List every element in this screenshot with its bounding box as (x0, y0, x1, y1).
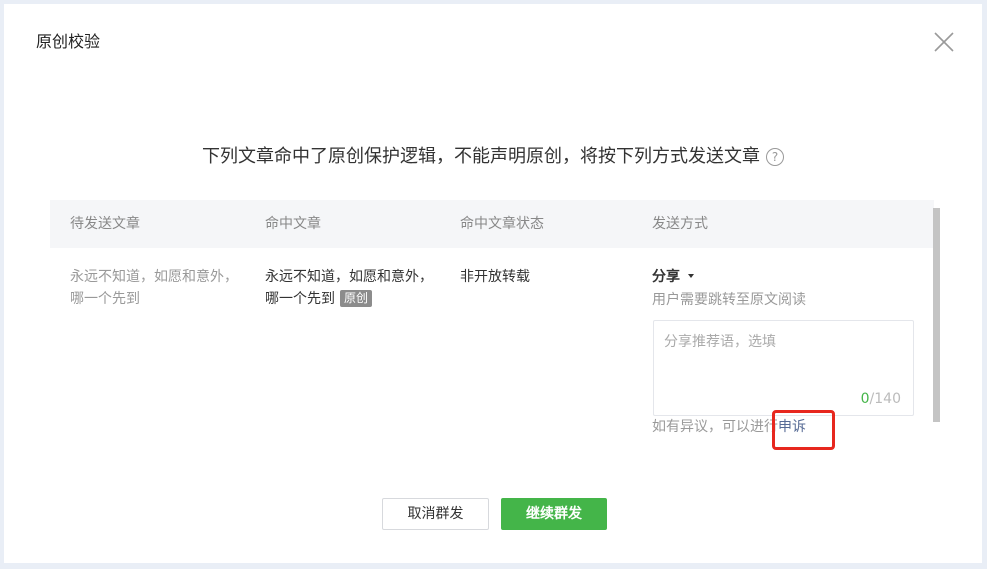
char-counter: 0/140 (861, 391, 901, 407)
dialog-title: 原创校验 (36, 32, 101, 51)
hit-article-line-2: 哪一个先到 (265, 291, 335, 307)
send-method-dropdown[interactable]: 分享 (652, 267, 694, 287)
close-button[interactable] (932, 30, 956, 54)
char-count-current: 0 (860, 391, 870, 407)
send-method-description: 用户需要跳转至原文阅读 (652, 292, 806, 308)
share-recommendation-box: 0/140 (653, 320, 914, 416)
appeal-text: 如有异议，可以进行 (652, 419, 778, 435)
continue-send-button[interactable]: 继续群发 (501, 498, 607, 530)
original-check-dialog: 原创校验 下列文章命中了原创保护逻辑，不能声明原创，将按下列方式发送文章? 待发… (4, 4, 982, 563)
notice-message: 下列文章命中了原创保护逻辑，不能声明原创，将按下列方式发送文章? (4, 144, 982, 170)
highlight-annotation (772, 410, 835, 450)
header-pending-article: 待发送文章 (70, 216, 140, 232)
close-icon (934, 32, 954, 52)
pending-article-title: 永远不知道，如愿和意外， 哪一个先到 (70, 266, 238, 310)
cancel-send-button[interactable]: 取消群发 (382, 498, 489, 530)
hit-status: 非开放转载 (460, 269, 530, 285)
char-count-limit: /140 (869, 391, 901, 407)
share-recommendation-input[interactable] (654, 321, 913, 381)
pending-article-line-1: 永远不知道，如愿和意外， (70, 269, 238, 285)
notice-text: 下列文章命中了原创保护逻辑，不能声明原创，将按下列方式发送文章 (202, 146, 760, 167)
table-header: 待发送文章 命中文章 命中文章状态 发送方式 (50, 200, 934, 248)
header-hit-article: 命中文章 (265, 216, 321, 232)
scrollbar[interactable] (933, 208, 940, 422)
chevron-down-icon (688, 274, 694, 278)
hit-article-line-1: 永远不知道，如愿和意外， (265, 269, 433, 285)
send-method-label: 分享 (652, 269, 680, 285)
header-send-method: 发送方式 (652, 216, 708, 232)
hit-article-title: 永远不知道，如愿和意外， 哪一个先到 原创 (265, 266, 433, 310)
header-hit-status: 命中文章状态 (460, 216, 544, 232)
pending-article-line-2: 哪一个先到 (70, 291, 140, 307)
help-icon[interactable]: ? (766, 148, 784, 166)
original-badge: 原创 (340, 290, 373, 307)
